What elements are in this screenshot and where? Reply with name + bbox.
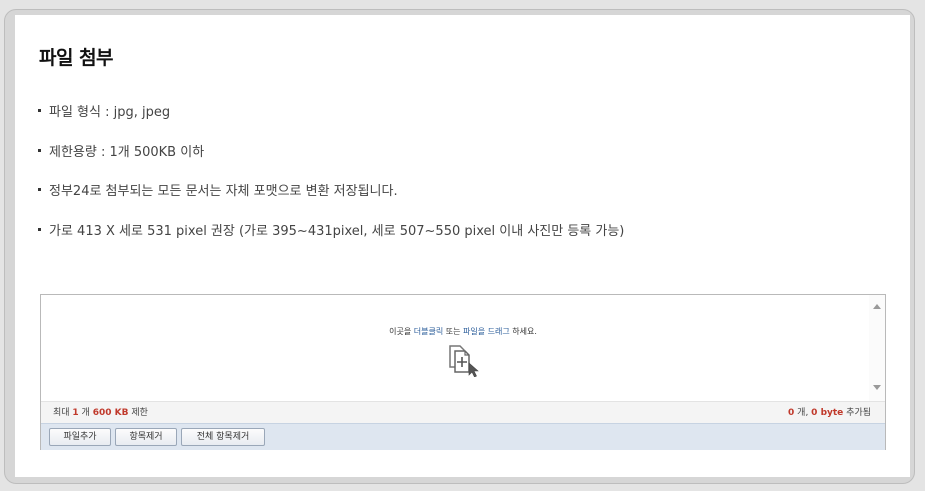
list-item: 제한용량 : 1개 500KB 이하	[37, 143, 624, 183]
upload-status-bar: 최대 1 개 600 KB 제한 0 개, 0 byte 추가됨	[41, 401, 885, 424]
added-bytes: 0 byte	[811, 408, 844, 418]
file-uploader: 이곳을 더블클릭 또는 파일을 드래그 하세요. 최대 1 개 600 KB 제…	[40, 294, 886, 450]
file-attach-panel: 파일 첨부 파일 형식 : jpg, jpeg 제한용량 : 1개 500KB …	[15, 15, 910, 477]
added-files-text: 0 개, 0 byte 추가됨	[788, 408, 871, 418]
double-click-hint: 더블클릭	[413, 327, 444, 336]
file-requirements-list: 파일 형식 : jpg, jpeg 제한용량 : 1개 500KB 이하 정부2…	[37, 103, 624, 261]
requirement-size-limit: 제한용량 : 1개 500KB 이하	[49, 144, 205, 160]
list-item: 정부24로 첨부되는 모든 문서는 자체 포맷으로 변환 저장됩니다.	[37, 182, 624, 222]
page-title: 파일 첨부	[39, 47, 114, 69]
bullet-icon	[38, 188, 41, 191]
list-item: 가로 413 X 세로 531 pixel 권장 (가로 395~431pixe…	[37, 222, 624, 262]
bullet-icon	[38, 109, 41, 112]
list-item: 파일 형식 : jpg, jpeg	[37, 103, 624, 143]
file-drop-zone[interactable]: 이곳을 더블클릭 또는 파일을 드래그 하세요.	[41, 295, 869, 401]
scrollbar[interactable]	[869, 295, 885, 401]
add-file-button[interactable]: 파일추가	[49, 428, 111, 446]
remove-item-button[interactable]: 항목제거	[115, 428, 177, 446]
requirement-pixel-size: 가로 413 X 세로 531 pixel 권장 (가로 395~431pixe…	[49, 223, 625, 239]
limit-size: 600 KB	[92, 408, 129, 418]
remove-all-items-button[interactable]: 전체 항목제거	[181, 428, 265, 446]
bullet-icon	[38, 227, 41, 231]
scroll-down-arrow-icon[interactable]	[873, 385, 881, 390]
upload-limit-text: 최대 1 개 600 KB 제한	[53, 408, 148, 418]
requirement-file-format: 파일 형식 : jpg, jpeg	[49, 105, 171, 120]
bullet-icon	[38, 148, 41, 152]
drop-hint-text: 이곳을 더블클릭 또는 파일을 드래그 하세요.	[389, 327, 537, 336]
uploader-button-bar: 파일추가 항목제거 전체 항목제거	[41, 423, 885, 450]
drag-file-hint: 파일을 드래그	[463, 327, 510, 336]
add-file-icon[interactable]	[447, 343, 481, 377]
scroll-up-arrow-icon[interactable]	[873, 304, 881, 309]
requirement-conversion-note: 정부24로 첨부되는 모든 문서는 자체 포맷으로 변환 저장됩니다.	[49, 184, 398, 199]
